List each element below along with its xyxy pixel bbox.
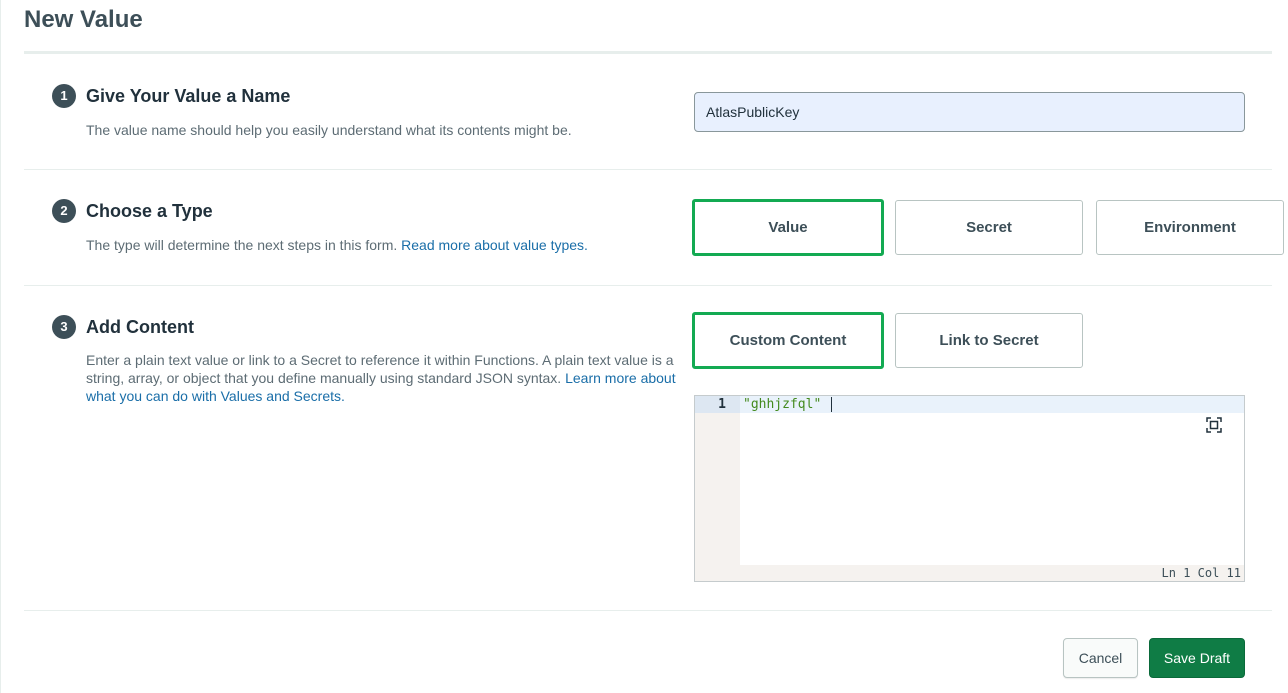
expand-icon[interactable] (1205, 416, 1223, 434)
title-divider (24, 51, 1272, 54)
json-editor[interactable]: 1 "ghhjzfql" Ln 1 Col 11 (694, 395, 1245, 582)
section-title-name: Give Your Value a Name (86, 86, 291, 106)
step-badge-1: 1 (52, 84, 76, 108)
section-title-type: Choose a Type (86, 201, 213, 221)
cursor-position: Ln 1 Col 11 (1161, 566, 1241, 580)
section-title-content: Add Content (86, 317, 194, 337)
type-option-environment[interactable]: Environment (1096, 200, 1284, 255)
cancel-button[interactable]: Cancel (1063, 638, 1138, 678)
type-option-secret[interactable]: Secret (895, 200, 1083, 255)
editor-code[interactable]: "ghhjzfql" (743, 397, 821, 412)
section-divider (24, 285, 1272, 286)
section-divider (24, 169, 1272, 170)
section-desc-content: Enter a plain text value or link to a Se… (86, 351, 682, 405)
save-draft-button[interactable]: Save Draft (1149, 638, 1245, 678)
editor-gutter (695, 396, 740, 581)
step-badge-2: 2 (52, 199, 76, 223)
left-border (0, 0, 1, 693)
line-number: 1 (718, 397, 726, 412)
type-option-value[interactable]: Value (692, 199, 884, 256)
step-badge-3: 3 (52, 315, 76, 339)
section-desc-name: The value name should help you easily un… (86, 122, 572, 138)
value-name-input[interactable] (694, 92, 1245, 132)
page-title: New Value (24, 6, 143, 33)
type-desc-text: The type will determine the next steps i… (86, 237, 398, 253)
content-option-custom[interactable]: Custom Content (692, 312, 884, 369)
content-option-link-secret[interactable]: Link to Secret (895, 313, 1083, 368)
section-divider (24, 610, 1272, 611)
text-cursor (831, 397, 832, 412)
value-types-link[interactable]: Read more about value types. (401, 237, 588, 253)
editor-status-bar: Ln 1 Col 11 (695, 565, 1244, 581)
section-desc-type: The type will determine the next steps i… (86, 236, 686, 254)
